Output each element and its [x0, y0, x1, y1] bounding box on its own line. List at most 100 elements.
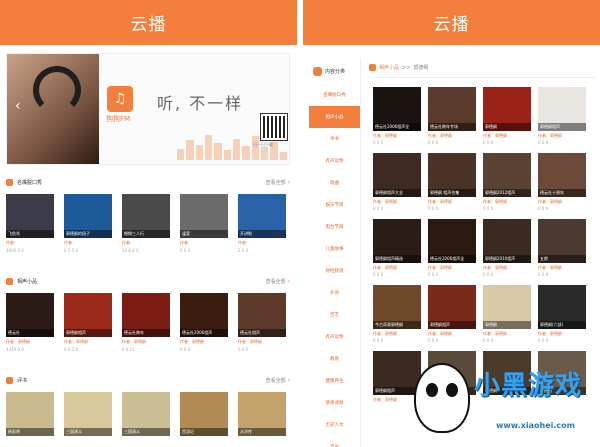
album-author: 作者：郭德纲 [180, 339, 204, 344]
album-cover[interactable]: 开讲啦 [238, 194, 286, 238]
album-card[interactable]: 三国演义 [122, 392, 170, 438]
album-card[interactable]: 德云社2006相声作者：郭德纲 0 0 0 [180, 293, 228, 352]
album-card[interactable]: 德云社 作者：郭德纲 4349 0 0 [6, 293, 54, 352]
album-cover[interactable]: 五郎 [538, 219, 586, 263]
album-cover[interactable]: 逢案 [180, 194, 228, 238]
album-cover[interactable]: 德云社2006相声全 [373, 87, 421, 131]
album-card[interactable]: 郭德纲相声 作者：郭德纲 0 6.2 0 [64, 293, 112, 352]
album-card[interactable]: 西游记 [180, 392, 228, 438]
sidebar-item-category[interactable]: 戏曲 [309, 172, 360, 194]
album-cover[interactable]: 德云社2006相声 [180, 293, 228, 337]
sidebar-item-category[interactable]: 电台节目 [309, 216, 360, 238]
album-cover[interactable]: 郭德纲2012相声 [483, 153, 531, 197]
watermark-url: www.xiaohei.com [496, 421, 575, 430]
sidebar-item-category[interactable]: 财经频道 [309, 260, 360, 282]
sidebar-item-category[interactable]: 音乐 [309, 436, 360, 447]
album-cover[interactable]: 郭德纲 [483, 285, 531, 329]
banner[interactable]: ‹ ♫ 狗狗FM 听, 不一样 扫一扫下载 [6, 53, 290, 165]
album-card[interactable]: 郭德纲2010相声 作者：郭德纲 0 0 0 [483, 219, 531, 277]
album-cover[interactable]: 郭德纲相声 [64, 293, 112, 337]
album-card[interactable]: 郭德纲相声精选 作者：郭德纲 0 0 0 [373, 219, 421, 277]
album-cover[interactable]: 德云社跨年 [122, 293, 170, 337]
album-cover[interactable]: 德云社相声 [238, 293, 286, 337]
album-card[interactable]: 郭德纲 相声合集 作者：郭德纲 0 0 0 [428, 153, 476, 211]
album-card[interactable]: 今古奇观郭德纲 作者：郭德纲 0 0 0 [373, 285, 421, 343]
sidebar-item-category[interactable]: 娱乐节目 [309, 194, 360, 216]
album-stats: 0 0 0 [180, 347, 191, 352]
album-cover[interactable]: 三国演义 [122, 392, 170, 436]
album-card[interactable]: 逢案 作者： 0 0 0 [180, 194, 228, 253]
album-cover[interactable]: 飞鱼秀 [6, 194, 54, 238]
album-cover[interactable]: 德云社跨年专场 [428, 87, 476, 131]
album-cover[interactable]: 今古奇观郭德纲 [373, 285, 421, 329]
album-card[interactable]: 三国演义 [64, 392, 112, 438]
album-stats: 0 0 0 [428, 206, 439, 211]
view-all-link[interactable]: 查看全部 [266, 278, 290, 285]
album-author: 作者：郭德纲 [373, 133, 397, 138]
album-cover[interactable]: 郭德纲相声 [428, 285, 476, 329]
album-card[interactable]: 郭德纲的段子 作者： 0 5.5 0 [64, 194, 112, 253]
album-card[interactable]: 开讲啦 作者： 2 0 0 [238, 194, 286, 253]
sidebar-item-category[interactable]: 儿童故事 [309, 238, 360, 260]
album-cover[interactable]: 郭德纲 [483, 87, 531, 131]
album-cover[interactable]: 郭德纲相声大全 [373, 153, 421, 197]
card-row: 飞鱼秀 作者： 4000 0 0 郭德纲的段子 作者： 0 5.5 0 锵锵三人行 作者： 10… [6, 194, 290, 253]
album-cover[interactable]: 郭德纲的段子 [64, 194, 112, 238]
breadcrumb-current[interactable]: 相声小品 [379, 64, 399, 71]
album-author: 作者：郭德纲 [538, 265, 562, 270]
album-caption: 逢案 [180, 230, 228, 238]
album-card[interactable]: 郭德纲2012相声 作者：郭德纲 0 0 0 [483, 153, 531, 211]
sidebar-item-category[interactable]: 历史人文 [309, 414, 360, 436]
album-cover[interactable]: 水浒传 [238, 392, 286, 436]
view-all-link[interactable]: 查看全部 [266, 179, 290, 186]
album-cover[interactable]: 郭德纲(六部) [538, 285, 586, 329]
album-card[interactable]: 五郎 作者：郭德纲 0 0 0 [538, 219, 586, 277]
album-cover[interactable]: 锵锵三人行 [122, 194, 170, 238]
sidebar-item-category[interactable]: 健康养生 [309, 370, 360, 392]
album-card[interactable]: 飞鱼秀 作者： 4000 0 0 [6, 194, 54, 253]
sidebar-item-category[interactable]: 相声小品 [309, 106, 360, 128]
sidebar-item-category[interactable]: 外语 [309, 282, 360, 304]
sidebar-item-category[interactable]: 评书 [309, 128, 360, 150]
album-card[interactable]: 郭德纲相声 作者：郭德纲 0 0 0 [428, 285, 476, 343]
album-cover[interactable]: 郭德纲相声 [538, 87, 586, 131]
album-card[interactable]: 德云社跨年 作者：郭德纲 0 0 11 [122, 293, 170, 352]
album-caption: 郭德纲(六部) [538, 321, 586, 329]
chevron-left-icon[interactable]: ‹ [15, 98, 21, 114]
album-card[interactable]: 郭德纲 作者：郭德纲 0 0 0 [483, 87, 531, 145]
sidebar-item-category[interactable]: 百艺 [309, 304, 360, 326]
sidebar-item-category[interactable]: 有声读物 [309, 326, 360, 348]
album-caption: 德云社跨年专场 [428, 123, 476, 131]
album-card[interactable]: 郭德纲(六部) 作者：郭德纲 0 0 0 [538, 285, 586, 343]
album-cover[interactable]: 郭德纲相声精选 [373, 219, 421, 263]
album-cover[interactable]: 杨家将 [6, 392, 54, 436]
album-card[interactable]: 德云社2006相声全 作者：郭德纲 0 0 0 [373, 87, 421, 145]
album-caption: 郭德纲 相声合集 [428, 189, 476, 197]
album-cover[interactable]: 德云社 [6, 293, 54, 337]
album-card[interactable]: 水浒传 [238, 392, 286, 438]
album-card[interactable]: 郭德纲 作者：郭德纲 0 0 0 [483, 285, 531, 343]
album-cover[interactable]: 西游记 [180, 392, 228, 436]
album-stats: 0 0 0 [538, 206, 549, 211]
view-all-link[interactable]: 查看全部 [266, 377, 290, 384]
album-cover[interactable]: 郭德纲 相声合集 [428, 153, 476, 197]
album-card[interactable]: 郭德纲相声 作者：郭德纲 0 0 0 [538, 87, 586, 145]
category-icon [313, 66, 322, 76]
album-card[interactable]: 德云社相声 作者：郭德纲 0 0 0 [238, 293, 286, 352]
section-icon [6, 178, 13, 186]
album-card[interactable]: 锵锵三人行 作者： 10 6.4 0 [122, 194, 170, 253]
album-cover[interactable]: 郭德纲2010相声 [483, 219, 531, 263]
album-card[interactable]: 郭德纲相声大全 作者：郭德纲 0 0 0 [373, 153, 421, 211]
sidebar-item-category[interactable]: 名嘴脱口秀 [309, 84, 360, 106]
album-cover[interactable]: 德云社2006相声全 [428, 219, 476, 263]
album-card[interactable]: 杨家将 [6, 392, 54, 438]
sidebar-item-category[interactable]: 教育 [309, 348, 360, 370]
content-main: 相声小品 >> 郭德纲 德云社2006相声全 作者：郭德纲 0 0 0 德云社跨年专场… [369, 58, 595, 404]
sidebar-item-category[interactable]: 情感调频 [309, 392, 360, 414]
album-card[interactable]: 德云社十周年 作者：郭德纲 0 0 0 [538, 153, 586, 211]
album-cover[interactable]: 德云社十周年 [538, 153, 586, 197]
album-card[interactable]: 德云社2006相声全 作者：郭德纲 0 0 0 [428, 219, 476, 277]
album-cover[interactable]: 三国演义 [64, 392, 112, 436]
sidebar-item-category[interactable]: 有声读物 [309, 150, 360, 172]
album-card[interactable]: 德云社跨年专场 作者：郭德纲 0 0 0 [428, 87, 476, 145]
